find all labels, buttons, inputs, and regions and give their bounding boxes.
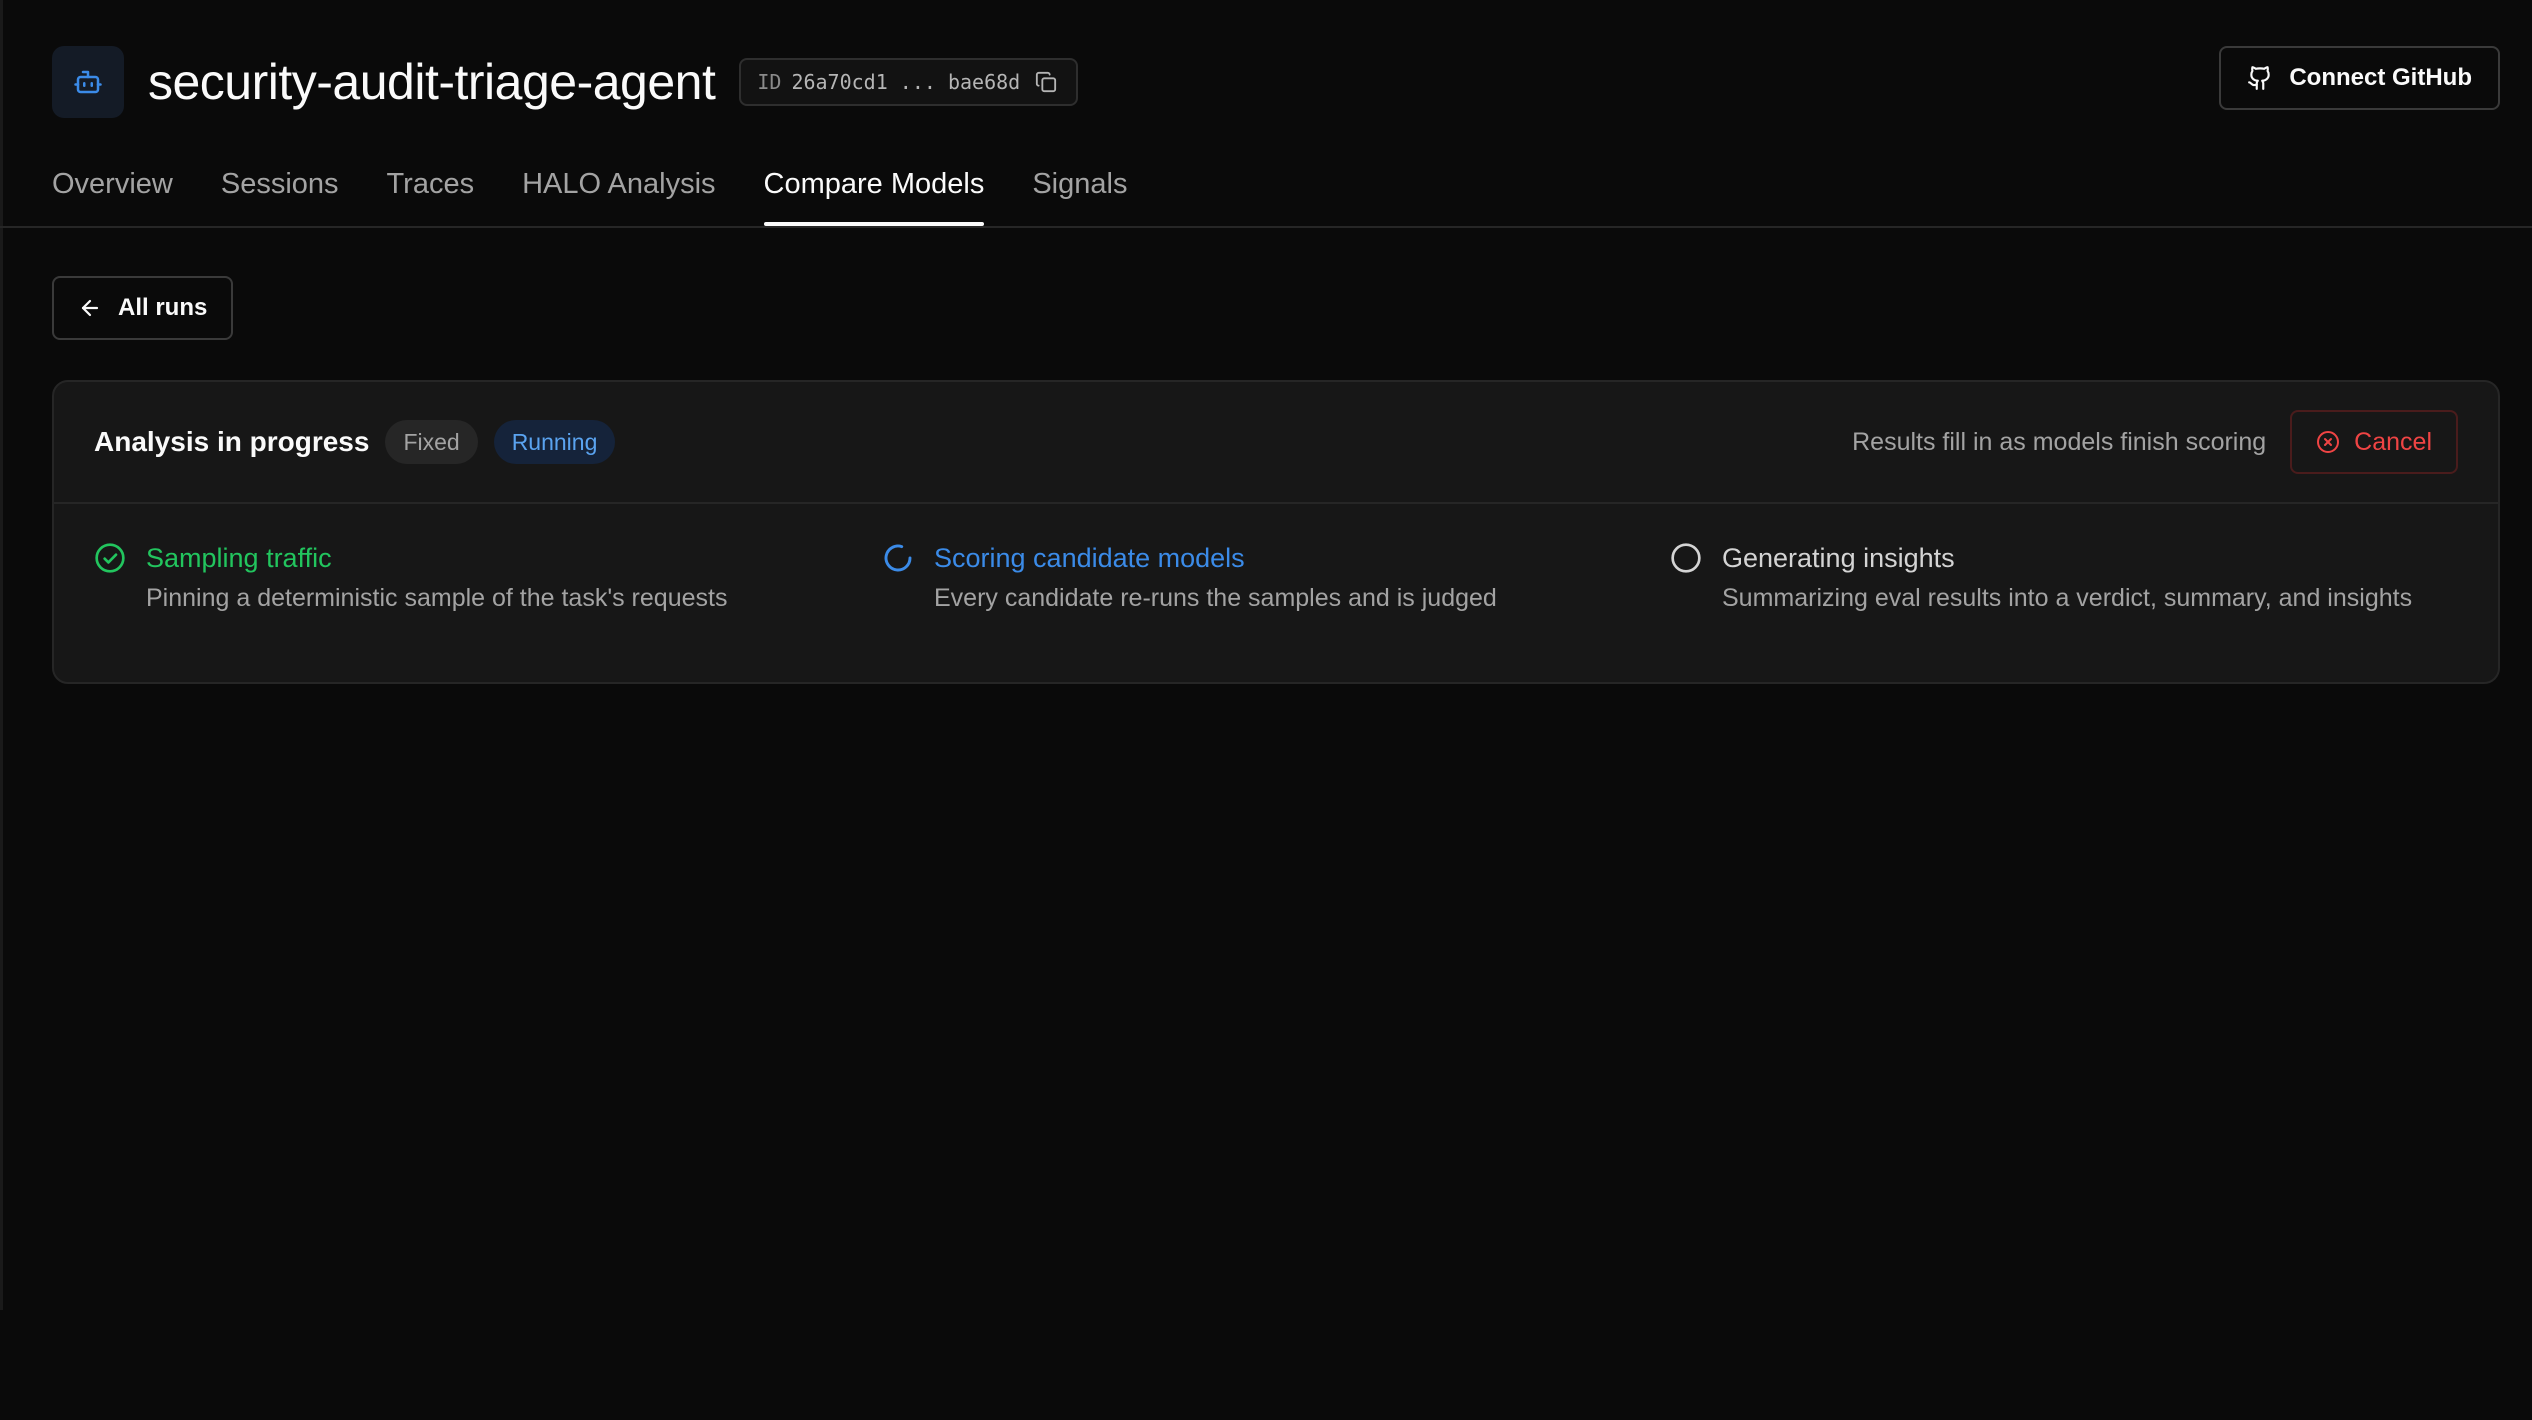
copy-icon [1036, 71, 1057, 93]
all-runs-label: All runs [118, 294, 208, 321]
step-description: Pinning a deterministic sample of the ta… [146, 584, 728, 612]
step-title: Scoring candidate models [934, 543, 1245, 573]
connect-github-button[interactable]: Connect GitHub [2219, 46, 2500, 110]
tabs-divider [0, 226, 2532, 228]
agent-avatar [52, 46, 124, 118]
tab-bar: Overview Sessions Traces HALO Analysis C… [52, 150, 1127, 226]
analysis-card: Analysis in progress Fixed Running Resul… [52, 380, 2500, 684]
connect-github-label: Connect GitHub [2289, 64, 2472, 91]
analysis-title: Analysis in progress [94, 426, 370, 457]
arrow-left-icon [81, 299, 99, 317]
bot-icon [74, 70, 102, 94]
tab-overview[interactable]: Overview [52, 150, 173, 226]
running-status-badge: Running [493, 420, 616, 464]
all-runs-button[interactable]: All runs [52, 276, 234, 340]
analysis-card-header: Analysis in progress Fixed Running Resul… [54, 382, 2498, 504]
agent-header: security-audit-triage-agent ID 26a70cd1 … [52, 46, 1079, 118]
step-sampling-traffic: Sampling traffic Pinning a deterministic… [94, 538, 882, 616]
step-title: Sampling traffic [146, 543, 332, 573]
step-title: Generating insights [1722, 543, 1955, 573]
tab-signals[interactable]: Signals [1032, 150, 1127, 226]
id-value: 26a70cd1 ... bae68d [791, 70, 1021, 94]
left-edge-divider [0, 0, 3, 1310]
loading-spinner-icon [884, 544, 912, 572]
github-icon [2248, 66, 2271, 90]
empty-circle-icon [1671, 543, 1701, 573]
step-scoring-candidate-models: Scoring candidate models Every candidate… [882, 538, 1670, 616]
analysis-hint: Results fill in as models finish scoring [1852, 427, 2267, 456]
check-circle-icon [95, 543, 125, 573]
cancel-label: Cancel [2354, 427, 2432, 456]
step-generating-insights: Generating insights Summarizing eval res… [1670, 538, 2458, 616]
tab-traces[interactable]: Traces [387, 150, 475, 226]
cancel-circle-icon [2317, 431, 2340, 453]
agent-name: security-audit-triage-agent [148, 54, 716, 110]
step-description: Summarizing eval results into a verdict,… [1722, 584, 2413, 612]
fixed-badge: Fixed [385, 420, 478, 464]
cancel-button[interactable]: Cancel [2290, 410, 2458, 474]
copy-id-button[interactable] [1032, 68, 1060, 96]
tab-sessions[interactable]: Sessions [221, 150, 339, 226]
step-description: Every candidate re-runs the samples and … [934, 584, 1497, 612]
agent-id-chip: ID 26a70cd1 ... bae68d [739, 58, 1079, 106]
tab-compare-models[interactable]: Compare Models [763, 150, 984, 226]
page: security-audit-triage-agent ID 26a70cd1 … [0, 0, 2532, 1420]
tab-halo-analysis[interactable]: HALO Analysis [522, 150, 715, 226]
id-label: ID [757, 70, 782, 94]
progress-steps: Sampling traffic Pinning a deterministic… [54, 504, 2498, 616]
